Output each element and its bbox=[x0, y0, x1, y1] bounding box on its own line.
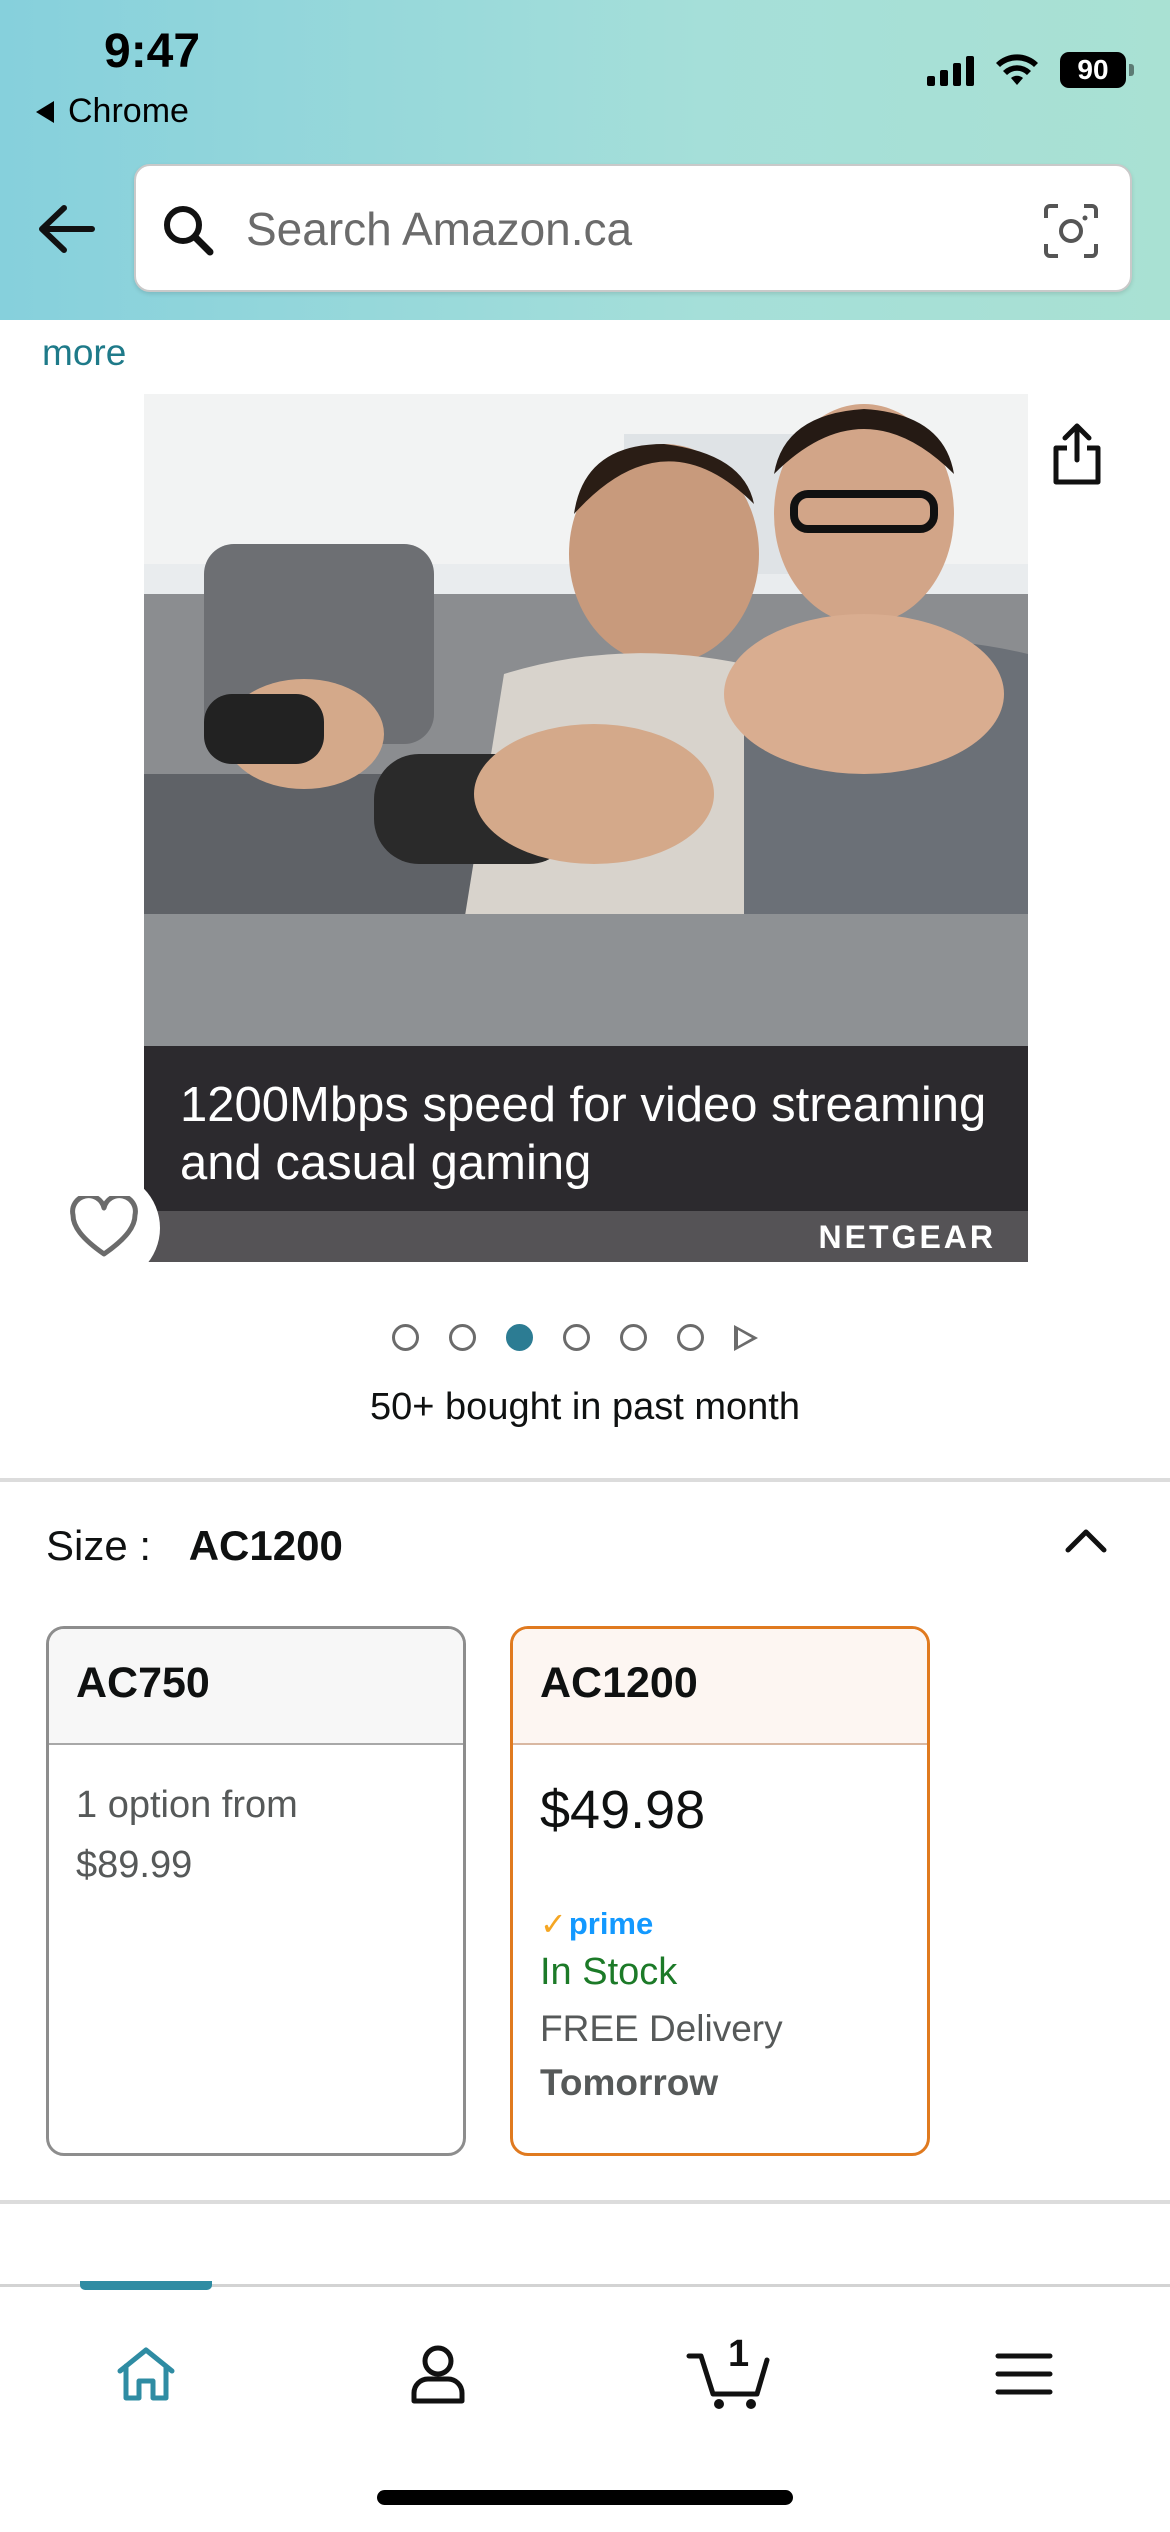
image-carousel-dots[interactable] bbox=[392, 1324, 758, 1351]
nav-menu[interactable] bbox=[974, 2329, 1074, 2419]
option-count-text: 1 option from bbox=[76, 1784, 298, 1826]
brand-logo: NETGEAR bbox=[818, 1219, 996, 1255]
heart-icon bbox=[70, 1196, 138, 1257]
back-to-app[interactable]: Chrome bbox=[36, 92, 189, 131]
share-icon[interactable] bbox=[1048, 420, 1106, 486]
stock-status: In Stock bbox=[540, 1951, 678, 1993]
size-selector-header[interactable]: Size : AC1200 bbox=[46, 1522, 343, 1570]
section-divider bbox=[0, 2200, 1170, 2204]
size-option-name: AC750 bbox=[49, 1629, 463, 1745]
search-input[interactable] bbox=[246, 196, 1006, 262]
wifi-icon bbox=[996, 54, 1038, 85]
active-tab-indicator bbox=[80, 2281, 212, 2290]
carousel-dot[interactable] bbox=[677, 1324, 704, 1351]
account-icon bbox=[411, 2345, 465, 2404]
delivery-text: FREE Delivery bbox=[540, 2008, 783, 2049]
status-time: 9:47 bbox=[104, 25, 201, 78]
prime-label: prime bbox=[568, 1906, 654, 1941]
cellular-signal-icon bbox=[927, 54, 974, 86]
status-icons: 90 bbox=[927, 52, 1134, 88]
camera-search-icon[interactable] bbox=[1042, 202, 1100, 260]
search-bar[interactable] bbox=[134, 164, 1132, 292]
carousel-dot[interactable] bbox=[449, 1324, 476, 1351]
image-caption: 1200Mbps speed for video streaming and c… bbox=[180, 1078, 987, 1190]
product-photo bbox=[144, 394, 1028, 1046]
header: 9:47 Chrome 90 bbox=[0, 0, 1170, 320]
section-divider bbox=[0, 1478, 1170, 1482]
carousel-dot[interactable] bbox=[563, 1324, 590, 1351]
carousel-video-play-icon[interactable] bbox=[734, 1324, 758, 1351]
option-price: $49.98 bbox=[540, 1780, 706, 1840]
menu-icon bbox=[995, 2353, 1053, 2395]
image-caption-bar: 1200Mbps speed for video streaming and c… bbox=[144, 1046, 1028, 1211]
carousel-dot[interactable] bbox=[620, 1324, 647, 1351]
read-more-link[interactable]: more bbox=[42, 332, 126, 374]
option-from-price: $89.99 bbox=[76, 1844, 193, 1886]
carousel-dot-active[interactable] bbox=[506, 1324, 533, 1351]
prime-check-icon: ✓ bbox=[540, 1906, 567, 1942]
back-triangle-icon bbox=[36, 100, 54, 123]
prime-badge: ✓ prime bbox=[540, 1905, 900, 1943]
back-arrow-icon[interactable] bbox=[36, 196, 96, 262]
nav-cart[interactable]: 1 bbox=[680, 2329, 780, 2419]
battery-icon: 90 bbox=[1060, 52, 1134, 88]
cart-count-badge: 1 bbox=[728, 2333, 750, 2375]
search-icon bbox=[164, 206, 214, 256]
chevron-up-icon[interactable] bbox=[1060, 1520, 1112, 1560]
nav-home[interactable] bbox=[96, 2329, 196, 2419]
home-icon bbox=[117, 2347, 175, 2401]
brand-bar: NETGEAR bbox=[144, 1211, 1028, 1262]
delivery-day: Tomorrow bbox=[540, 2062, 719, 2103]
nav-account[interactable] bbox=[388, 2329, 488, 2419]
size-option-name: AC1200 bbox=[513, 1629, 927, 1745]
size-selected-value: AC1200 bbox=[188, 1522, 343, 1569]
size-label: Size : bbox=[46, 1522, 152, 1569]
wishlist-button[interactable] bbox=[48, 1172, 160, 1284]
carousel-dot[interactable] bbox=[392, 1324, 419, 1351]
back-app-label: Chrome bbox=[68, 92, 189, 130]
size-option-ac1200[interactable]: AC1200 $49.98 ✓ prime In Stock FREE Deli… bbox=[510, 1626, 930, 2156]
home-indicator[interactable] bbox=[377, 2490, 793, 2505]
bought-count: 50+ bought in past month bbox=[370, 1386, 800, 1428]
size-option-ac750[interactable]: AC750 1 option from $89.99 bbox=[46, 1626, 466, 2156]
product-image[interactable]: 1200Mbps speed for video streaming and c… bbox=[144, 394, 1028, 1262]
